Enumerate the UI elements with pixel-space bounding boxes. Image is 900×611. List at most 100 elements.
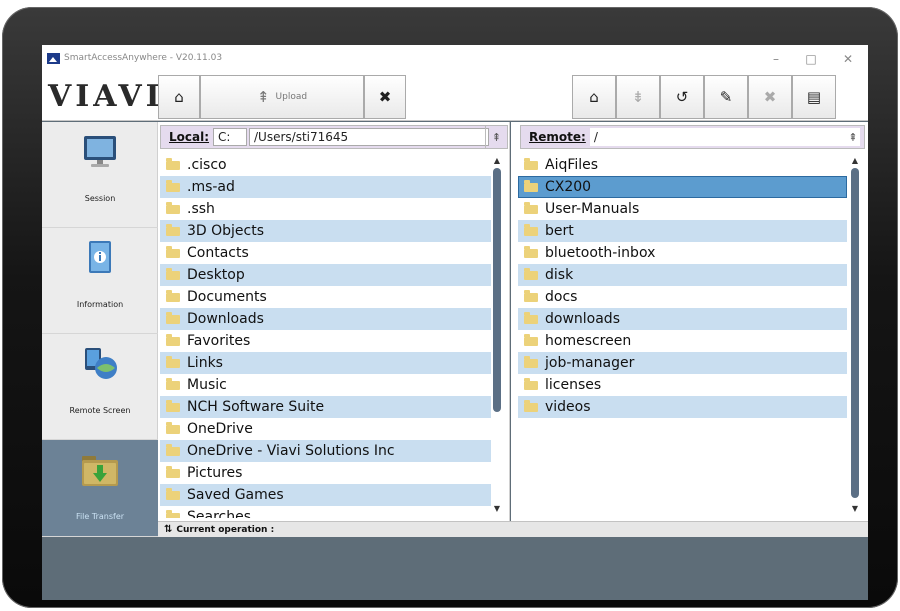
list-item-label: bluetooth-inbox [545, 245, 656, 261]
list-item[interactable]: job-manager [518, 352, 847, 374]
local-delete-button[interactable]: ✖ [364, 75, 406, 119]
folder-icon [166, 399, 180, 412]
upload-button[interactable]: ⇞ Upload [200, 75, 364, 119]
folder-icon [166, 289, 180, 302]
list-item-label: docs [545, 289, 578, 305]
list-item[interactable]: Documents [160, 286, 491, 308]
app-logo-icon [47, 53, 60, 64]
folder-icon [166, 377, 180, 390]
scroll-up-icon[interactable]: ▲ [492, 156, 502, 166]
minimize-button[interactable]: – [764, 52, 788, 66]
list-item[interactable]: .cisco [160, 154, 491, 176]
rename-button[interactable]: ✎ [704, 75, 748, 119]
new-folder-button[interactable]: ▤ [792, 75, 836, 119]
folder-icon [166, 487, 180, 500]
scroll-up-icon[interactable]: ▲ [850, 156, 860, 166]
list-item[interactable]: Desktop [160, 264, 491, 286]
remote-path-field[interactable]: / [589, 128, 860, 146]
remote-delete-button[interactable]: ✖ [748, 75, 792, 119]
folder-icon [524, 223, 538, 236]
folder-icon [166, 311, 180, 324]
list-item[interactable]: disk [518, 264, 847, 286]
local-path-field[interactable]: /Users/sti71645 [249, 128, 490, 146]
sidebar: Session Information Remote Screen File T… [42, 122, 158, 537]
rename-pencil-icon: ✎ [719, 87, 733, 106]
folder-icon [524, 311, 538, 324]
remote-collapse-icon[interactable]: ⇞ [842, 126, 864, 148]
list-item[interactable]: Saved Games [160, 484, 491, 506]
refresh-icon: ↺ [675, 87, 689, 106]
local-collapse-icon[interactable]: ⇞ [485, 126, 507, 148]
local-scroll-thumb[interactable] [493, 168, 501, 412]
scroll-down-icon[interactable]: ▼ [492, 504, 502, 514]
list-item-label: disk [545, 267, 574, 283]
sidebar-item-label: Remote Screen [69, 406, 131, 415]
folder-icon [524, 399, 538, 412]
list-item[interactable]: videos [518, 396, 847, 418]
local-home-button[interactable]: ⌂ [158, 75, 200, 119]
list-item[interactable]: downloads [518, 308, 847, 330]
local-pane: Local: C: /Users/sti71645 ⇞ .cisco .ms-ad… [158, 122, 510, 521]
refresh-button[interactable]: ↺ [660, 75, 704, 119]
monitor-icon [84, 136, 116, 167]
list-item[interactable]: bluetooth-inbox [518, 242, 847, 264]
list-item[interactable]: .ssh [160, 198, 491, 220]
stage: SmartAccessAnywhere - V20.11.03 – □ ✕ VI… [0, 0, 900, 611]
local-drive-field[interactable]: C: [213, 128, 248, 146]
list-item-label: downloads [545, 311, 620, 327]
list-item[interactable]: Downloads [160, 308, 491, 330]
list-item[interactable]: AiqFiles [518, 154, 847, 176]
delete-icon: ✖ [763, 87, 777, 106]
list-item-label: CX200 [545, 179, 592, 195]
sidebar-item-label: File Transfer [75, 512, 125, 521]
list-item-label: Pictures [187, 465, 243, 481]
list-item[interactable]: licenses [518, 374, 847, 396]
list-item[interactable]: Pictures [160, 462, 491, 484]
list-item[interactable]: CX200 [518, 176, 847, 198]
download-button[interactable]: ⇟ [616, 75, 660, 119]
folder-icon [166, 179, 180, 192]
list-item-label: Music [187, 377, 227, 393]
download-icon: ⇟ [631, 87, 645, 106]
folder-icon [166, 333, 180, 346]
sidebar-item-remote-screen[interactable]: Remote Screen [42, 334, 158, 440]
list-item[interactable]: Contacts [160, 242, 491, 264]
list-item[interactable]: 3D Objects [160, 220, 491, 242]
sidebar-item-file-transfer[interactable]: File Transfer [42, 440, 158, 537]
list-item[interactable]: Links [160, 352, 491, 374]
tablet-bezel: SmartAccessAnywhere - V20.11.03 – □ ✕ VI… [2, 7, 898, 608]
local-label: Local: [169, 130, 210, 144]
list-item[interactable]: docs [518, 286, 847, 308]
maximize-button[interactable]: □ [799, 52, 823, 66]
folder-icon [524, 201, 538, 214]
list-item[interactable]: NCH Software Suite [160, 396, 491, 418]
upload-label: Upload [275, 92, 308, 102]
list-item[interactable]: OneDrive - Viavi Solutions Inc [160, 440, 491, 462]
folder-icon [166, 465, 180, 478]
sidebar-item-session[interactable]: Session [42, 122, 158, 228]
folder-icon [524, 289, 538, 302]
remote-scroll-thumb[interactable] [851, 168, 859, 498]
list-item-label: 3D Objects [187, 223, 265, 239]
list-item-label: Contacts [187, 245, 249, 261]
sidebar-item-information[interactable]: Information [42, 228, 158, 334]
list-item[interactable]: Music [160, 374, 491, 396]
remote-home-button[interactable]: ⌂ [572, 75, 616, 119]
list-item[interactable]: Searches [160, 506, 491, 518]
list-item[interactable]: bert [518, 220, 847, 242]
list-item-label: .ms-ad [187, 179, 235, 195]
scroll-down-icon[interactable]: ▼ [850, 504, 860, 514]
list-item[interactable]: homescreen [518, 330, 847, 352]
close-button[interactable]: ✕ [836, 52, 860, 66]
toolbar: VIAVI ⌂ ⇞ Upload ✖ ⌂ ⇟ ↺ ✎ ✖ ▤ [42, 73, 868, 121]
list-item-label: job-manager [545, 355, 635, 371]
list-item-label: Links [187, 355, 223, 371]
window-title: SmartAccessAnywhere - V20.11.03 [64, 53, 223, 63]
list-item[interactable]: User-Manuals [518, 198, 847, 220]
list-item[interactable]: OneDrive [160, 418, 491, 440]
list-item[interactable]: Favorites [160, 330, 491, 352]
remote-scrollbar[interactable]: ▲ ▼ [850, 156, 860, 514]
list-item[interactable]: .ms-ad [160, 176, 491, 198]
local-scrollbar[interactable]: ▲ ▼ [492, 156, 502, 514]
new-folder-icon: ▤ [806, 87, 822, 106]
